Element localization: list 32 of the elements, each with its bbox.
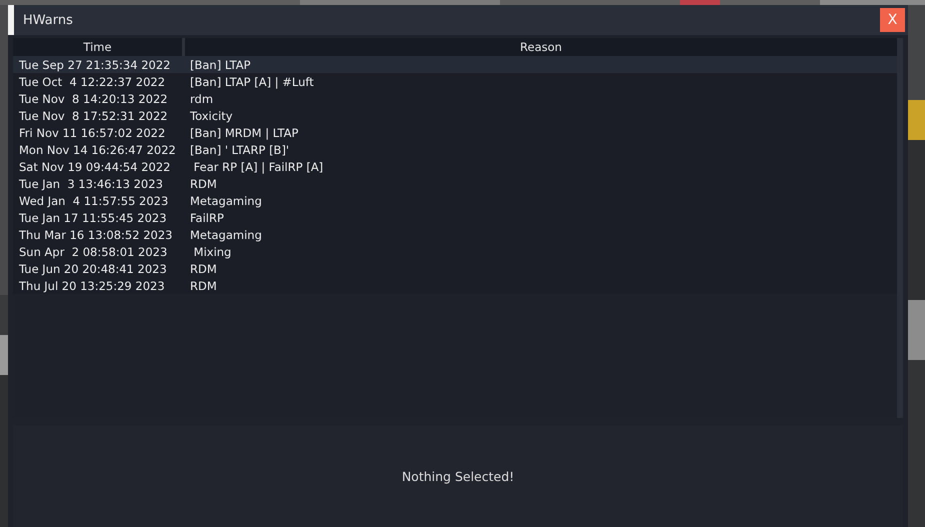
time-cell-text: Wed Jan 4 11:57:55 2023 [18,194,170,208]
reason-cell-text: RDM [189,278,218,292]
reason-cell-text: Mixing [192,244,232,258]
reason-cell-text: Toxicity [189,108,234,122]
time-cell-text: Tue Jan 3 13:46:13 2023 [18,176,164,190]
reason-cell-text: [Ban] LTAP [189,58,252,72]
time-cell-text: Tue Jan 17 11:55:45 2023 [18,210,168,224]
time-cell-text: Sat Nov 19 09:44:54 2022 [18,160,172,174]
time-cell-text: Fri Nov 11 16:57:02 2022 [18,126,166,140]
time-cell-text: Sun Apr 2 08:58:01 2023 [18,244,168,258]
reason-cell-text: Metagaming [189,194,263,208]
time-cell-text: Tue Nov 8 14:20:13 2022 [18,92,169,106]
empty-message: Nothing Selected! [402,468,514,484]
table-row[interactable]: Tue Sep 27 21:35:34 2022 [Ban] LTAP [13,56,897,73]
time-cell-text: Tue Oct 4 12:22:37 2022 [18,74,166,88]
reason-cell-text: Fear RP [A] | FailRP [A] [192,160,324,174]
reason-cell-text: [Ban] LTAP [A] | #Luft [189,74,315,88]
time-cell-text: Tue Jun 20 20:48:41 2023 [18,262,168,276]
reason-cell-text: RDM [189,262,218,276]
column-header[interactable]: Reason [185,38,897,56]
reason-cell-text: [Ban] ' LTARP [B]' [189,142,290,156]
reason-cell-text: FailRP [189,210,225,224]
reason-cell-text: RDM [189,176,218,190]
window-title: HWarns [23,12,74,28]
time-cell-text: Tue Sep 27 21:35:34 2022 [18,58,172,72]
reason-cell-text: rdm [189,92,214,106]
time-cell-text: Thu Mar 16 13:08:52 2023 [18,228,174,242]
reason-cell-text: [Ban] MRDM | LTAP [189,126,300,140]
time-cell-text: Tue Nov 8 17:52:31 2022 [18,108,169,122]
time-cell-text: Thu Jul 20 13:25:29 2023 [18,278,166,292]
reason-cell-text: Metagaming [189,228,263,242]
time-cell-text: Mon Nov 14 16:26:47 2022 [18,142,177,156]
